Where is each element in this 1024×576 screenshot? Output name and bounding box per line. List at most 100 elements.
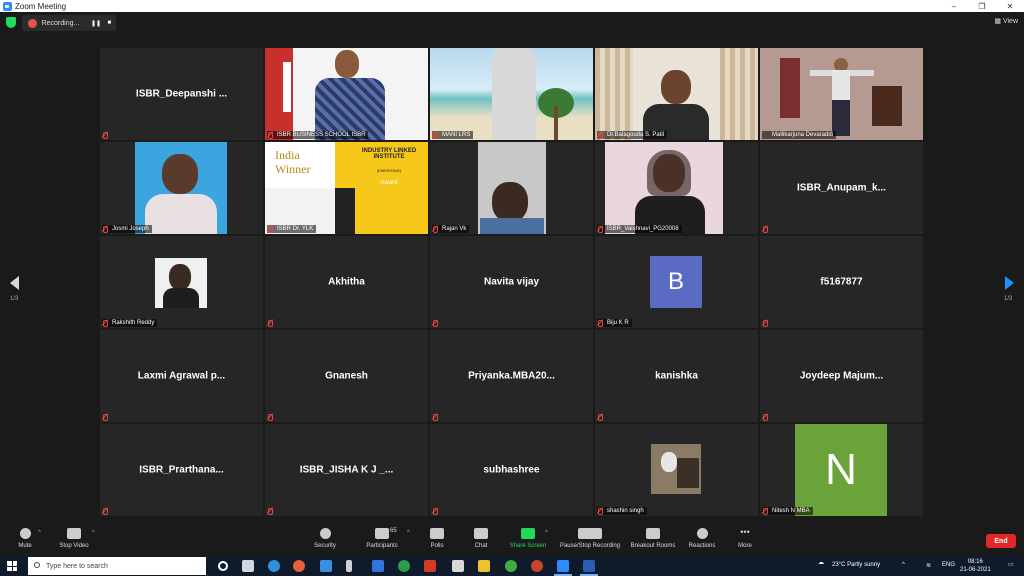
pause-stop-icon [578,528,602,539]
participant-tile[interactable]: shashin singh [595,424,758,516]
participant-tile[interactable]: Navita vijay [430,236,593,328]
maximize-button[interactable]: ❐ [968,2,996,11]
previous-page-arrow-icon[interactable] [10,276,19,290]
cortana-icon[interactable] [218,561,228,571]
view-label: View [1002,18,1018,25]
participant-tile[interactable]: Rakshith Reddy [100,236,263,328]
stop-recording-button[interactable]: ■ [103,20,116,26]
participant-tile[interactable]: ISBR_Anupam_k... [760,142,923,234]
participant-name: Laxmi Agrawal p... [137,370,226,382]
tray-chevron-icon[interactable]: ^ [902,562,905,568]
participant-tile[interactable]: Joydeep Majum... [760,330,923,422]
poster-text: Award [380,180,398,186]
participant-tile[interactable]: subhashree [430,424,593,516]
muted-mic-icon [762,320,768,327]
app-green-icon[interactable] [505,560,517,572]
chat-button[interactable]: Chat [470,528,492,549]
windows-start-icon[interactable] [7,561,17,571]
participant-tile[interactable]: Rajan Vk [430,142,593,234]
muted-mic-icon [597,226,603,233]
participant-name: Priyanka.MBA20... [468,370,555,382]
security-label: Security [314,543,336,549]
participant-tile[interactable]: B Biju K R [595,236,758,328]
end-meeting-button[interactable]: End [986,534,1016,548]
breakout-rooms-button[interactable]: Breakout Rooms [628,528,678,549]
participant-name: subhashree [483,464,540,476]
firefox-icon[interactable] [293,560,305,572]
view-button[interactable]: ▦ View [994,17,1018,25]
participant-tile[interactable]: Josmi Joseph [100,142,263,234]
participant-tile[interactable]: ISBR_JISHA K J _... [265,424,428,516]
participant-label: ISBR Dr. YLK [267,225,317,233]
profile-photo [155,258,207,308]
pen-icon[interactable] [346,560,352,572]
audio-options-caret-icon[interactable]: ^ [38,530,41,536]
pause-stop-recording-button[interactable]: Pause/Stop Recording [557,528,623,549]
share-screen-button[interactable]: Share Screen [508,528,548,549]
participant-label: Dr.Balagouda S. Patil [597,131,668,139]
next-page-arrow-icon[interactable] [1005,276,1014,290]
edge-icon[interactable] [268,560,280,572]
shield-icon[interactable] [6,17,16,28]
network-icon[interactable]: ≋ [926,562,931,569]
mail-icon[interactable] [320,560,332,572]
security-button[interactable]: Security [310,528,340,549]
pause-recording-button[interactable]: ❚❚ [89,20,102,27]
participant-tile[interactable]: Akhitha [265,236,428,328]
muted-mic-icon [432,132,438,139]
more-button[interactable]: ••• More [734,528,756,550]
participant-name: Akhitha [328,276,365,288]
close-button[interactable]: ✕ [996,2,1024,11]
mute-button[interactable]: Mute [12,528,38,549]
participant-video [430,142,593,234]
participants-count: 65 [390,528,397,534]
weather-icon[interactable]: ☁ [818,559,824,566]
clock-date: 21-06-2021 [960,567,991,573]
participant-tile[interactable]: N Nitesh N MBA [760,424,923,516]
chrome-icon[interactable] [398,560,410,572]
participant-tile[interactable]: Laxmi Agrawal p... [100,330,263,422]
taskbar-search-box[interactable]: Type here to search [28,557,206,575]
minimize-button[interactable]: – [940,2,968,11]
weather-text[interactable]: 23°C Partly sunny [832,562,880,568]
notification-icon[interactable]: ▭ [1008,561,1014,568]
shield-icon [319,528,331,539]
muted-mic-icon [432,226,438,233]
dropbox-icon[interactable] [372,560,384,572]
office-icon[interactable] [424,560,436,572]
participant-tile[interactable]: India Winner INDUSTRY LINKED INSTITUTE (… [265,142,428,234]
participants-caret-icon[interactable]: ^ [407,530,410,536]
record-icon [28,18,37,28]
video-options-caret-icon[interactable]: ^ [92,530,95,536]
participants-icon [375,528,389,539]
muted-mic-icon [267,508,273,515]
participant-tile[interactable]: ISBR_Vaishnavi_PG20008 [595,142,758,234]
task-view-icon[interactable] [242,560,254,572]
zoom-taskbar-icon[interactable] [554,560,572,576]
participant-tile[interactable]: kanishka [595,330,758,422]
polls-button[interactable]: Polls [426,528,448,549]
muted-mic-icon [267,132,273,139]
stop-video-button[interactable]: Stop Video [56,528,92,549]
reactions-button[interactable]: Reactions [686,528,718,549]
participant-tile[interactable]: Dr.Balagouda S. Patil [595,48,758,140]
profile-photo [651,444,701,494]
participant-video [430,48,593,140]
participant-tile[interactable]: ISBR BUSINESS SCHOOL ISBR [265,48,428,140]
participant-tile[interactable]: Gnanesh [265,330,428,422]
participant-tile[interactable]: Priyanka.MBA20... [430,330,593,422]
share-options-caret-icon[interactable]: ^ [545,530,548,536]
powerpoint-icon[interactable] [531,560,543,572]
more-label: More [738,543,752,549]
lang-indicator[interactable]: ENG [942,562,955,568]
participant-tile[interactable]: ISBR_Prarthana... [100,424,263,516]
taskbar-clock[interactable]: 08:16 21-06-2021 [960,558,991,574]
participant-tile[interactable]: f5167877 [760,236,923,328]
file-explorer-icon[interactable] [478,560,490,572]
word-icon[interactable] [580,560,598,576]
store-icon[interactable] [452,560,464,572]
participant-tile[interactable]: MANI LRS [430,48,593,140]
active-speaker-tile[interactable]: Mallikarjuna Devaraddi [760,48,923,140]
meeting-top-bar: Recording... ❚❚ ■ ▦ View [0,12,1024,34]
participant-tile[interactable]: ISBR_Deepanshi ... [100,48,263,140]
